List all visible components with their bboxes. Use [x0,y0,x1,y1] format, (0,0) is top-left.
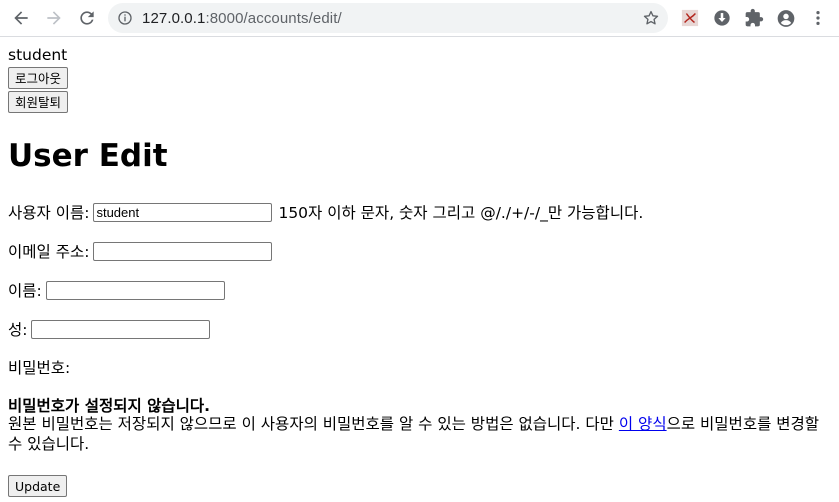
password-help-text: 원본 비밀번호는 저장되지 않으므로 이 사용자의 비밀번호를 알 수 있는 방… [8,414,835,454]
password-label: 비밀번호: [8,359,71,377]
url-text: 127.0.0.1:8000/accounts/edit/ [142,10,342,27]
last-name-row: 성: [8,319,211,339]
withdraw-button[interactable]: 회원탈퇴 [8,91,69,113]
first-name-row: 이름: [8,280,225,300]
last-name-label: 성: [8,321,28,339]
back-icon[interactable] [10,7,32,29]
pdf-extension-icon[interactable] [680,8,700,28]
first-name-label: 이름: [8,282,42,300]
star-icon[interactable] [642,9,660,27]
browser-toolbar: 127.0.0.1:8000/accounts/edit/ [0,0,839,37]
download-extension-icon[interactable] [712,8,732,28]
page-title: User Edit [8,138,168,174]
email-row: 이메일 주소: [8,241,273,261]
password-change-link[interactable]: 이 양식 [619,415,667,433]
username-input[interactable] [93,202,273,222]
username-label: 사용자 이름: [8,204,90,222]
email-input[interactable] [93,241,273,261]
username-help-text: 150자 이하 문자, 숫자 그리고 @/./+/-/_만 가능합니다. [278,204,644,222]
update-button[interactable]: Update [8,475,68,497]
kebab-menu-icon[interactable] [808,8,828,28]
logout-button[interactable]: 로그아웃 [8,67,69,89]
info-icon[interactable] [117,10,133,26]
last-name-input[interactable] [31,319,211,339]
profile-icon[interactable] [776,8,796,28]
puzzle-icon[interactable] [744,8,764,28]
first-name-input[interactable] [45,280,225,300]
reload-icon[interactable] [76,7,98,29]
password-help-before: 원본 비밀번호는 저장되지 않으므로 이 사용자의 비밀번호를 알 수 있는 방… [8,415,619,433]
forward-icon[interactable] [43,7,65,29]
password-row: 비밀번호: [8,357,74,377]
address-bar[interactable]: 127.0.0.1:8000/accounts/edit/ [108,3,668,33]
email-label: 이메일 주소: [8,243,90,261]
username-row: 사용자 이름: 150자 이하 문자, 숫자 그리고 @/./+/-/_만 가능… [8,202,643,222]
current-username: student [8,46,68,64]
password-status: 비밀번호가 설정되지 않습니다. [8,397,211,415]
